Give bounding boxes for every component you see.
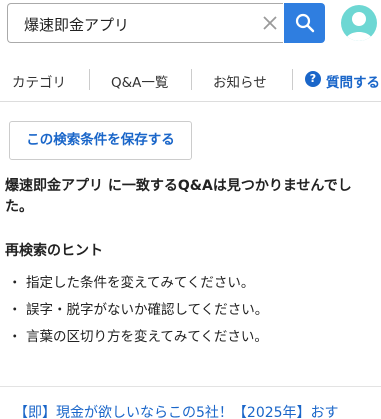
nav-item-category[interactable]: カテゴリ (12, 71, 66, 91)
hint-text: 誤字・脱字がないか確認してください。 (26, 302, 269, 318)
avatar[interactable] (341, 5, 377, 41)
search-button[interactable] (284, 3, 325, 43)
list-item: ・ 言葉の区切り方を変えてみてください。 (5, 325, 375, 352)
nav-item-news[interactable]: お知らせ (213, 71, 267, 91)
search-icon (295, 13, 315, 33)
search-input[interactable]: 爆速即金アプリ (7, 3, 283, 43)
hint-list: ・ 指定した条件を変えてみてください。 ・ 誤字・脱字がないか確認してください。… (5, 271, 375, 352)
no-results-message: 爆速即金アプリ に一致するQ&Aは見つかりませんでした。 (5, 178, 352, 215)
nav-divider (89, 69, 90, 90)
hint-title: 再検索のヒント (5, 243, 103, 259)
nav-item-qa-list[interactable]: Q&A一覧 (111, 71, 168, 91)
bullet: ・ (8, 275, 22, 291)
page: 爆速即金アプリ カテゴリ Q&A一覧 お知らせ ? 質問する この検索条件を保存… (0, 0, 381, 419)
question-icon: ? (305, 71, 321, 87)
user-icon (345, 12, 373, 41)
hint-text: 言葉の区切り方を変えてみてください。 (26, 329, 268, 345)
hint-text: 指定した条件を変えてみてください。 (26, 275, 255, 291)
clear-icon[interactable] (262, 15, 278, 31)
search-query-text[interactable]: 爆速即金アプリ (24, 14, 129, 35)
global-nav: カテゴリ Q&A一覧 お知らせ ? 質問する (0, 58, 381, 102)
save-search-condition-button[interactable]: この検索条件を保存する (9, 121, 192, 160)
list-item: ・ 指定した条件を変えてみてください。 (5, 271, 375, 298)
related-article-link[interactable]: 【即】現金が欲しいならこの5社！【2025年】おす (14, 402, 339, 419)
header: 爆速即金アプリ (0, 0, 381, 50)
section-divider (0, 386, 381, 387)
nav-divider (292, 69, 293, 90)
nav-item-ask-question[interactable]: 質問する (326, 71, 380, 91)
nav-divider (191, 69, 192, 90)
bullet: ・ (8, 302, 22, 318)
list-item: ・ 誤字・脱字がないか確認してください。 (5, 298, 375, 325)
bullet: ・ (8, 329, 22, 345)
